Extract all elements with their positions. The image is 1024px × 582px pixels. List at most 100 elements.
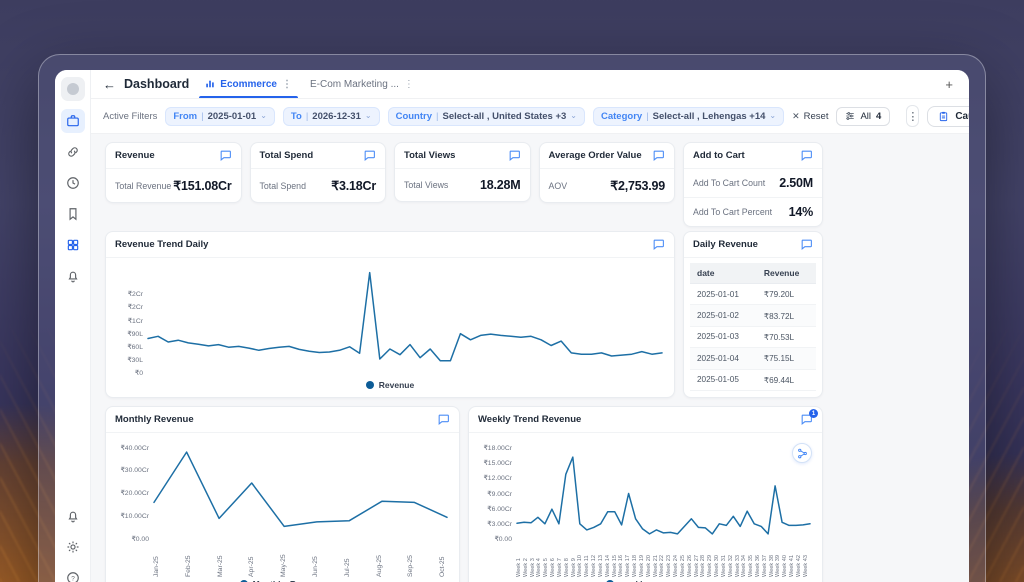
sidebar-item-history[interactable] <box>61 171 85 195</box>
table-row[interactable]: 2025-01-06₹59.16L <box>690 390 816 391</box>
kpi-value: ₹3.18Cr <box>331 178 376 193</box>
add-tab-button[interactable]: + <box>941 77 957 92</box>
chart-legend[interactable]: Revenue <box>106 375 674 397</box>
clock-icon <box>66 176 80 190</box>
daily-revenue-table: date Revenue 2025-01-01₹79.20L 2025-01-0… <box>690 263 816 391</box>
sidebar-item-notifications[interactable] <box>61 504 85 528</box>
comment-icon[interactable] <box>219 149 232 162</box>
comment-icon[interactable] <box>508 149 521 162</box>
link-icon <box>66 145 80 159</box>
sidebar-item-bookmarks[interactable] <box>61 202 85 226</box>
comment-icon[interactable] <box>800 149 813 162</box>
sidebar-item-links[interactable] <box>61 140 85 164</box>
kpi-value: 14% <box>789 205 813 219</box>
chart-legend[interactable]: Monthly_Revenue <box>106 577 459 582</box>
daily-row: Revenue Trend Daily ₹2Cr₹2Cr₹1Cr₹90L₹60L… <box>105 231 823 398</box>
monthly-revenue-line-chart[interactable] <box>154 443 447 539</box>
kpi-value: 18.28M <box>480 178 521 192</box>
dashboard-panel: ? ← Dashboard Ecommerce ⋮ E-Com M <box>55 70 969 582</box>
sidebar-item-help[interactable]: ? <box>61 566 85 582</box>
tab-ecom-marketing[interactable]: E-Com Marketing ... ⋮ <box>308 70 416 98</box>
x-axis-labels: Jan-25Feb-25Mar-25Apr-25May-25Jun-25Jul-… <box>106 539 459 577</box>
kpi-value: ₹151.08Cr <box>173 178 231 193</box>
filter-chip-country[interactable]: Country | Select-all , United States +3 … <box>388 107 585 126</box>
col-header-revenue[interactable]: Revenue <box>757 263 816 284</box>
back-button[interactable]: ← <box>103 78 116 91</box>
causal-icon <box>938 111 949 122</box>
app-window: ? ← Dashboard Ecommerce ⋮ E-Com M <box>38 54 986 582</box>
grid-icon <box>66 238 80 252</box>
causal-insight-button[interactable] <box>792 443 812 463</box>
kpi-value: ₹2,753.99 <box>610 178 665 193</box>
chevron-down-icon: ⌄ <box>769 112 776 120</box>
page-title: Dashboard <box>124 77 189 91</box>
chevron-down-icon: ⌄ <box>260 112 267 120</box>
comment-icon[interactable] <box>652 149 665 162</box>
table-row[interactable]: 2025-01-03₹70.53L <box>690 326 816 347</box>
filter-chip-from[interactable]: From | 2025-01-01 ⌄ <box>165 107 275 126</box>
active-filters-label: Active Filters <box>103 111 157 122</box>
weekly-revenue-line-chart[interactable] <box>517 443 810 539</box>
chevron-down-icon: ⌄ <box>570 112 577 120</box>
filter-chip-to[interactable]: To | 2026-12-31 ⌄ <box>283 107 380 126</box>
logo-icon <box>67 83 79 95</box>
revenue-trend-daily-card: Revenue Trend Daily ₹2Cr₹2Cr₹1Cr₹90L₹60L… <box>105 231 675 398</box>
y-axis-labels: ₹40.00Cr₹30.00Cr₹20.00Cr₹10.00Cr₹0.00 <box>112 443 154 539</box>
chevron-down-icon: ⌄ <box>365 112 372 120</box>
reset-filters-button[interactable]: ✕ Reset <box>792 111 828 122</box>
app-logo <box>61 77 85 101</box>
comment-icon[interactable]: 1 <box>800 413 813 426</box>
legend-dot-icon <box>366 381 374 389</box>
kpi-card-add-to-cart: Add to Cart Add To Cart Count2.50M Add T… <box>683 142 823 227</box>
y-axis-labels: ₹18.00Cr₹15.00Cr₹12.00Cr₹9.00Cr₹6.00Cr₹3… <box>475 443 517 539</box>
table-row[interactable]: 2025-01-04₹75.15L <box>690 348 816 369</box>
bookmark-icon <box>66 207 80 221</box>
kpi-card-revenue: Revenue Total Revenue₹151.08Cr <box>105 142 242 203</box>
svg-text:?: ? <box>71 575 75 582</box>
sidebar-item-settings[interactable] <box>61 535 85 559</box>
comment-icon[interactable] <box>363 149 376 162</box>
filter-bar: Active Filters From | 2025-01-01 ⌄ To | … <box>91 99 969 134</box>
filter-icon <box>845 111 855 121</box>
tab-chart-icon <box>205 79 215 89</box>
gear-icon <box>66 540 80 554</box>
bell-icon <box>66 269 80 283</box>
kpi-card-total-views: Total Views Total Views18.28M <box>394 142 531 202</box>
comment-icon[interactable] <box>800 238 813 251</box>
bell-icon <box>66 509 80 523</box>
table-row[interactable]: 2025-01-05₹69.44L <box>690 369 816 390</box>
dashboard-content: Revenue Total Revenue₹151.08Cr Total Spe… <box>91 134 969 582</box>
daily-revenue-line-chart[interactable] <box>148 266 662 373</box>
table-row[interactable]: 2025-01-02₹83.72L <box>690 305 816 326</box>
chart-legend[interactable]: weekly_revenue <box>469 577 822 582</box>
weekly-trend-revenue-card: Weekly Trend Revenue 1 ₹18.00Cr₹15.00Cr₹… <box>468 406 823 582</box>
tab-ecommerce[interactable]: Ecommerce ⋮ <box>203 70 294 98</box>
more-options-button[interactable]: ⋮ <box>906 105 919 127</box>
col-header-date[interactable]: date <box>690 263 757 284</box>
dashboard-icon <box>66 114 80 128</box>
kpi-value: 2.50M <box>779 176 813 190</box>
comment-icon[interactable] <box>437 413 450 426</box>
all-filters-button[interactable]: All 4 <box>836 107 890 126</box>
filter-chip-category[interactable]: Category | Select-all , Lehengas +14 ⌄ <box>593 107 784 126</box>
daily-revenue-table-card: Daily Revenue date Revenue <box>683 231 823 398</box>
tab-menu-icon[interactable]: ⋮ <box>282 79 292 90</box>
sidebar-item-alerts[interactable] <box>61 264 85 288</box>
kpi-card-total-spend: Total Spend Total Spend₹3.18Cr <box>250 142 387 203</box>
comment-icon[interactable] <box>652 238 665 251</box>
comment-count-badge: 1 <box>809 409 818 418</box>
y-axis-labels: ₹2Cr₹2Cr₹1Cr₹90L₹60L₹30L₹0 <box>112 266 148 373</box>
sidebar-item-dashboard[interactable] <box>61 109 85 133</box>
sidebar: ? <box>55 70 91 582</box>
tab-bar: ← Dashboard Ecommerce ⋮ E-Com Marketing … <box>91 70 969 99</box>
help-icon: ? <box>66 571 80 582</box>
tab-menu-icon[interactable]: ⋮ <box>404 79 414 90</box>
x-axis-labels: Week 1Week 2Week 3Week 4Week 5Week 6Week… <box>469 539 822 577</box>
monthly-revenue-card: Monthly Revenue ₹40.00Cr₹30.00Cr₹20.00Cr… <box>105 406 460 582</box>
sidebar-item-apps[interactable] <box>61 233 85 257</box>
bottom-charts-row: Monthly Revenue ₹40.00Cr₹30.00Cr₹20.00Cr… <box>105 406 823 582</box>
signal-icon <box>797 448 808 459</box>
tab-label: Ecommerce <box>220 79 277 90</box>
table-row[interactable]: 2025-01-01₹79.20L <box>690 284 816 305</box>
causal-summary-button[interactable]: Causal Summary <box>927 106 969 127</box>
